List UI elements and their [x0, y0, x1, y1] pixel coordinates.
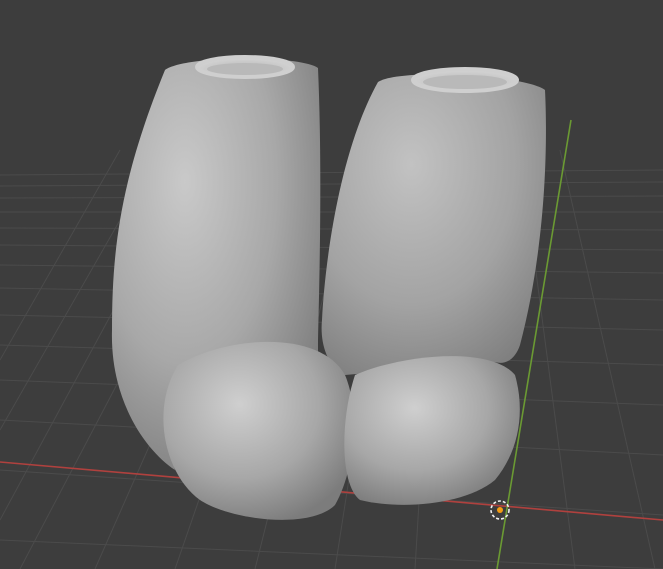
right-tube[interactable]: [321, 74, 546, 375]
left-bulb[interactable]: [163, 341, 354, 520]
mesh-object[interactable]: [111, 55, 546, 520]
3d-viewport[interactable]: [0, 0, 663, 569]
right-tube-inner: [423, 75, 507, 89]
right-bulb[interactable]: [344, 356, 520, 505]
viewport-canvas[interactable]: [0, 0, 663, 569]
left-tube-inner: [207, 63, 283, 75]
